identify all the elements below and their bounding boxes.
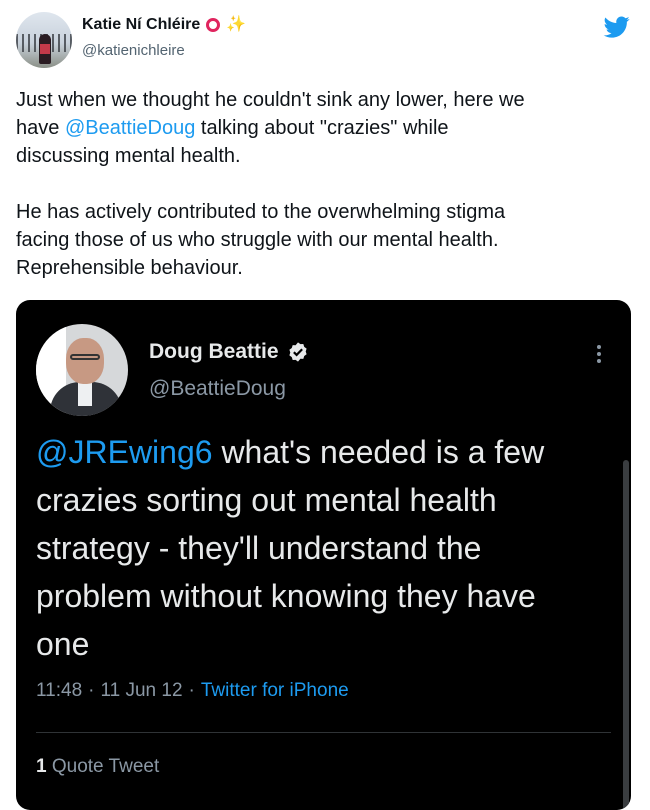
scrollbar[interactable] [623, 460, 629, 810]
embedded-date[interactable]: 11 Jun 12 [100, 680, 182, 702]
embedded-source-link[interactable]: Twitter for iPhone [201, 680, 349, 702]
tweet-body: Just when we thought he couldn't sink an… [16, 86, 636, 282]
tweet-text-part-2: talking about "crazies" while discussing… [16, 117, 506, 279]
embedded-tweet-screenshot[interactable]: Doug Beattie @BeattieDoug @JREwing6 what… [16, 300, 631, 810]
meta-separator: · [88, 680, 95, 701]
quote-count: 1 [36, 756, 47, 777]
embedded-author-avatar[interactable] [36, 324, 128, 416]
embedded-meta: 11:48 · 11 Jun 12 · Twitter for iPhone [36, 680, 349, 702]
embedded-handle[interactable]: @BeattieDoug [149, 377, 286, 401]
embedded-tweet-body: @JREwing6 what's needed is a few crazies… [36, 428, 596, 668]
verified-badge-icon [288, 342, 307, 362]
quote-tweet-count[interactable]: 1 Quote Tweet [36, 756, 159, 778]
author-name-row: Katie Ní Chléire ✨ [82, 16, 246, 34]
avatar-glasses [70, 354, 100, 360]
twitter-bird-icon[interactable] [602, 14, 632, 40]
embedded-time[interactable]: 11:48 [36, 680, 82, 702]
author-display-name[interactable]: Katie Ní Chléire [82, 16, 200, 34]
embedded-name-row: Doug Beattie [149, 340, 309, 364]
tweet-mention-link[interactable]: @BeattieDoug [65, 117, 195, 139]
embedded-display-name[interactable]: Doug Beattie [149, 340, 279, 364]
more-options-icon[interactable] [597, 342, 603, 366]
avatar-head [66, 338, 104, 384]
author-handle[interactable]: @katienichleire [82, 42, 185, 59]
sparkles-icon: ✨ [226, 16, 247, 33]
red-circle-icon [206, 18, 221, 32]
divider [36, 732, 611, 733]
embedded-mention-link[interactable]: @JREwing6 [36, 434, 213, 470]
avatar-collar [78, 382, 92, 406]
quote-label: Quote Tweet [51, 756, 160, 777]
avatar-shirt [40, 44, 50, 54]
author-avatar[interactable] [16, 12, 72, 68]
meta-separator: · [188, 680, 195, 701]
